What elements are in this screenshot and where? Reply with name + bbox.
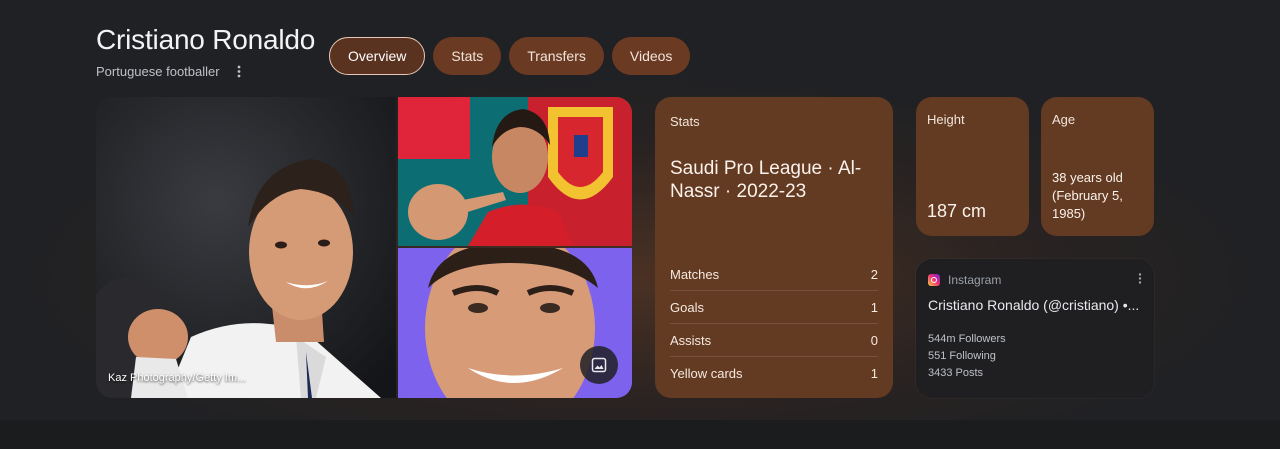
stat-row-assists: Assists 0 [670, 324, 878, 357]
tab-stats[interactable]: Stats [433, 37, 502, 75]
instagram-card[interactable]: Instagram Cristiano Ronaldo (@cristiano)… [916, 259, 1154, 398]
stat-value: 0 [870, 332, 878, 348]
stats-card[interactable]: Stats Saudi Pro League · Al-Nassr · 2022… [655, 97, 893, 398]
height-card[interactable]: Height 187 cm [916, 97, 1029, 236]
tab-overview[interactable]: Overview [329, 37, 426, 75]
stat-label: Goals [670, 299, 704, 315]
instagram-posts: 3433 Posts [928, 367, 984, 379]
height-label: Height [927, 112, 965, 127]
stats-league-season: Saudi Pro League · Al-Nassr · 2022-23 [670, 158, 862, 202]
secondary-photo-bottom[interactable] [398, 248, 632, 398]
view-images-button[interactable] [580, 346, 618, 384]
image-icon [591, 357, 607, 373]
instagram-account-name[interactable]: Cristiano Ronaldo (@cristiano) •... [928, 297, 1142, 313]
bottom-band [0, 420, 1280, 449]
stat-value: 1 [870, 366, 878, 381]
stat-label: Assists [670, 332, 712, 348]
tab-videos[interactable]: Videos [611, 37, 691, 75]
instagram-stats: 544m Followers 551 Following 3433 Posts [928, 331, 1142, 382]
stat-label: Yellow cards [670, 366, 743, 381]
player-pointing-image [398, 97, 632, 246]
stat-label: Matches [670, 266, 720, 282]
instagram-icon [928, 274, 940, 286]
instagram-source: Instagram [948, 273, 1002, 287]
age-label: Age [1052, 112, 1076, 127]
subtitle-row: Portuguese footballer [96, 64, 315, 79]
stat-row-matches: Matches 2 [670, 258, 878, 291]
age-value: 38 years old (February 5, 1985) [1052, 170, 1123, 221]
entity-title: Cristiano Ronaldo [96, 24, 316, 55]
height-value: 187 cm [927, 201, 987, 221]
instagram-following: 551 Following [928, 350, 996, 362]
entity-header: Cristiano Ronaldo Portuguese footballer [96, 24, 315, 79]
instagram-followers: 544m Followers [928, 333, 1006, 345]
stat-row-yellow-cards: Yellow cards 1 [670, 357, 878, 390]
instagram-card-header: Instagram [928, 273, 1142, 287]
player-portrait-image [96, 97, 396, 398]
secondary-photo-top[interactable] [398, 97, 632, 246]
stat-value: 1 [870, 299, 878, 315]
main-player-photo[interactable]: Kaz Photography/Getty Im... [96, 97, 396, 398]
tab-transfers[interactable]: Transfers [509, 37, 604, 75]
entity-subtitle: Portuguese footballer [96, 64, 220, 79]
more-options-icon[interactable] [232, 65, 246, 79]
stat-row-goals: Goals 1 [670, 291, 878, 324]
stats-card-label: Stats [670, 114, 700, 129]
stats-list: Matches 2 Goals 1 Assists 0 Yellow cards… [670, 258, 878, 390]
stat-value: 2 [870, 266, 878, 282]
photo-credit: Kaz Photography/Getty Im... [108, 372, 247, 384]
age-card[interactable]: Age 38 years old (February 5, 1985) [1041, 97, 1154, 236]
tab-bar: Overview Stats Transfers Videos [329, 37, 691, 75]
more-options-icon[interactable] [1138, 273, 1142, 287]
